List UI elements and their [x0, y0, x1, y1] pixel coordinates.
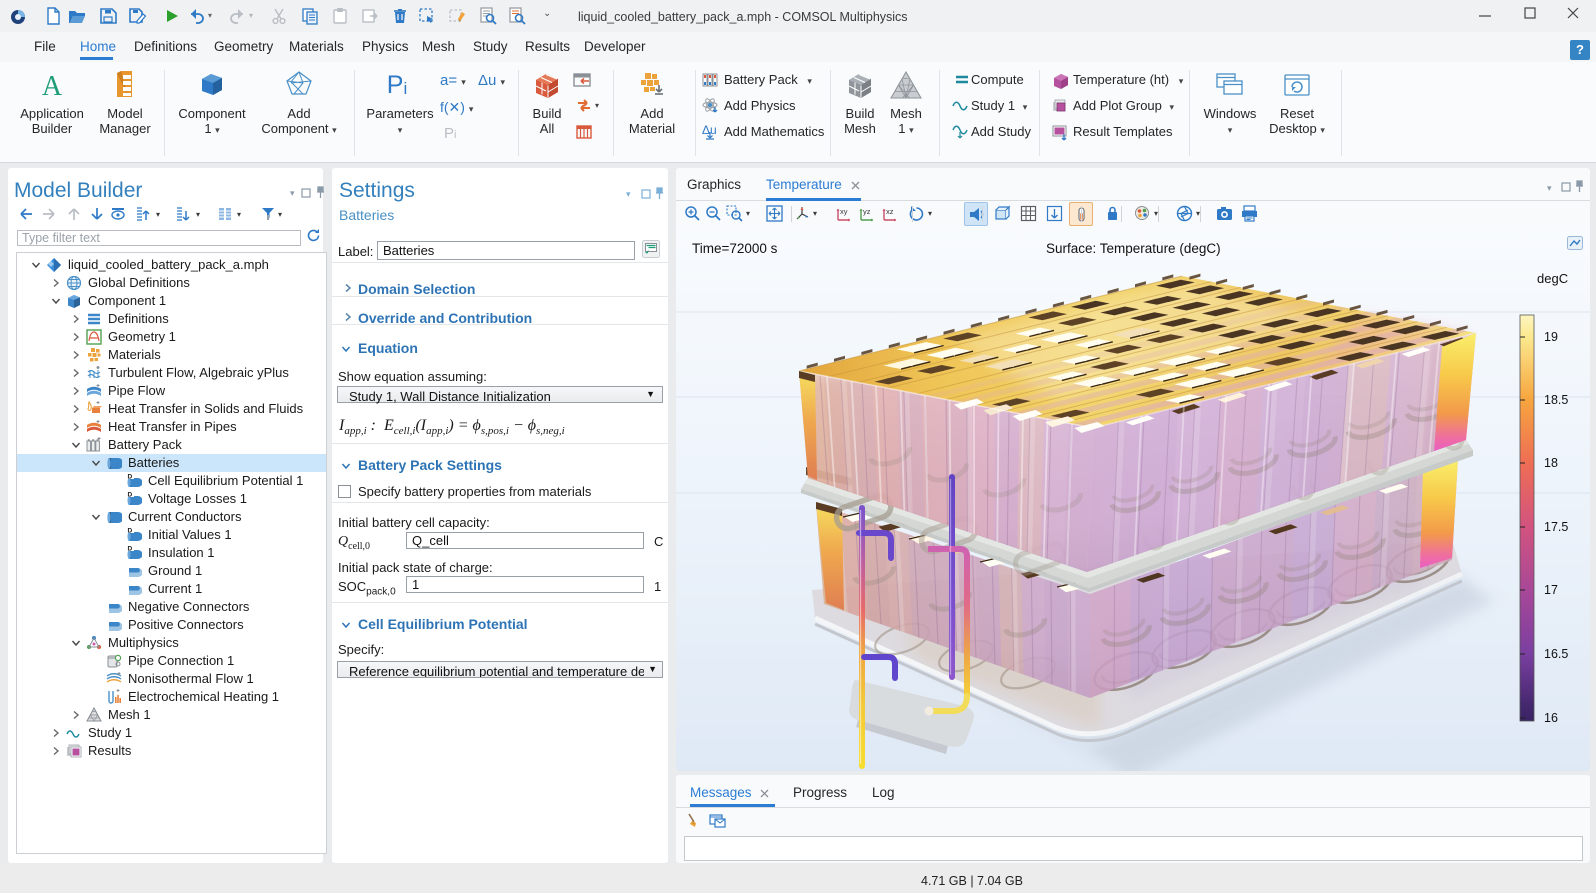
svg-text:17: 17: [1544, 583, 1558, 597]
svg-text:18.5: 18.5: [1544, 393, 1568, 407]
svg-text:18: 18: [1544, 456, 1558, 470]
svg-text:degC: degC: [1537, 271, 1568, 286]
svg-text:16: 16: [1544, 711, 1558, 725]
svg-text:D: D: [128, 528, 133, 535]
svg-text:17.5: 17.5: [1544, 520, 1568, 534]
svg-text:D: D: [128, 546, 133, 553]
svg-text:A: A: [42, 71, 63, 99]
svg-text:xy: xy: [840, 207, 848, 216]
svg-text:xz: xz: [886, 207, 894, 216]
svg-text:19: 19: [1544, 330, 1558, 344]
svg-text:D: D: [128, 474, 133, 481]
svg-text:yz: yz: [863, 207, 871, 216]
svg-text:16.5: 16.5: [1544, 647, 1568, 661]
svg-text:Pi: Pi: [387, 71, 407, 99]
svg-text:D: D: [128, 492, 133, 499]
svg-text:Δu: Δu: [702, 123, 717, 137]
